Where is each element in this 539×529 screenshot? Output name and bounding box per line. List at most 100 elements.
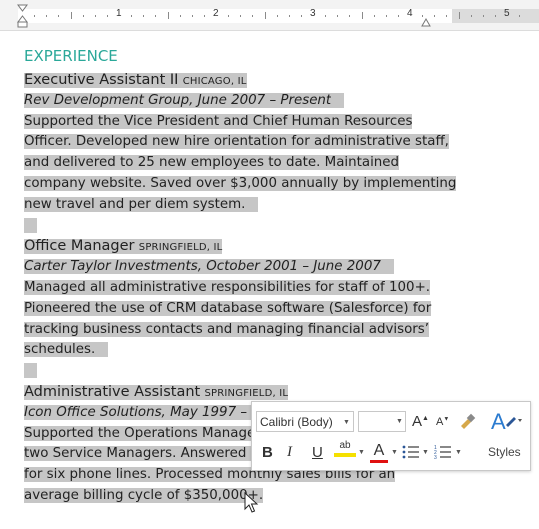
ruler-tick <box>446 15 448 17</box>
description-line: average billing cycle of $350,000+. <box>24 487 264 503</box>
ruler-number: 1 <box>116 8 122 19</box>
ruler-tick <box>276 15 278 17</box>
styles-label: Styles <box>488 445 521 459</box>
job-city: CHICAGO, IL <box>182 76 247 87</box>
ruler-tick <box>179 15 181 17</box>
highlight-button[interactable]: ab <box>334 440 356 457</box>
bullets-icon[interactable] <box>402 444 420 460</box>
shrink-font-button[interactable]: A▼ <box>436 416 449 428</box>
job-title: Administrative Assistant <box>24 383 201 400</box>
indent-marker-icon[interactable] <box>17 4 29 28</box>
job-city: SPRINGFIELD, IL <box>204 387 289 399</box>
company-date: Rev Development Group, June 2007 – Prese… <box>24 92 332 108</box>
ruler-tick <box>397 15 399 17</box>
ruler-tick <box>34 15 36 17</box>
svg-text:A: A <box>491 409 506 434</box>
chevron-down-icon[interactable]: ▼ <box>358 449 365 456</box>
underline-button[interactable]: U <box>312 444 323 461</box>
highlight-label: ab <box>339 440 351 451</box>
format-painter-icon[interactable] <box>458 412 476 430</box>
chevron-down-icon: ▼ <box>396 418 403 425</box>
ruler-tick <box>494 15 496 17</box>
ruler-tick <box>373 15 375 17</box>
ruler-tick <box>82 15 84 17</box>
chevron-down-icon[interactable]: ▼ <box>422 449 429 456</box>
font-color-button[interactable]: A <box>370 442 388 463</box>
ruler-tick <box>422 15 424 17</box>
job-title-line: Executive Assistant II CHICAGO, IL <box>24 70 524 91</box>
ruler-tick <box>131 15 133 17</box>
ruler-tick <box>240 15 242 17</box>
ruler-tick <box>203 15 205 17</box>
description-line: and delivered to 25 new employees to dat… <box>24 155 400 171</box>
ruler-tick <box>325 15 327 17</box>
mini-formatting-toolbar: Calibri (Body) ▼ ▼ A▲ A▼ A B I U ab ▼ A … <box>251 401 531 471</box>
job-city: SPRINGFIELD, IL <box>138 242 223 254</box>
font-name-dropdown[interactable]: Calibri (Body) ▼ <box>256 411 354 432</box>
ruler-tick <box>482 15 484 17</box>
section-heading-text: EXPERIENCE <box>24 47 118 65</box>
blank-line <box>24 361 524 382</box>
italic-button[interactable]: I <box>287 444 292 461</box>
description-line: Pioneered the use of CRM database softwa… <box>24 300 432 316</box>
svg-text:3: 3 <box>434 455 437 460</box>
bold-button[interactable]: B <box>262 444 273 461</box>
numbering-icon[interactable]: 1 2 3 <box>434 444 452 460</box>
ruler-tick <box>106 15 108 17</box>
job-title: Executive Assistant II <box>24 72 179 88</box>
description-line: company website. Saved over $3,000 annua… <box>24 175 457 191</box>
ruler-tick <box>191 15 193 17</box>
chevron-down-icon[interactable]: ▼ <box>455 449 462 456</box>
ruler-tick <box>143 15 145 17</box>
company-date: Icon Office Solutions, May 1997 – C <box>24 404 261 420</box>
mouse-pointer-icon <box>244 492 259 513</box>
ruler-tick <box>228 15 230 17</box>
ruler-number: 5 <box>504 8 510 19</box>
ruler-tick <box>300 15 302 17</box>
ruler-tick <box>288 15 290 17</box>
ruler-tick <box>167 12 169 19</box>
right-indent-marker-icon[interactable] <box>421 18 431 28</box>
ruler-number: 2 <box>213 8 219 19</box>
grow-font-button[interactable]: A▲ <box>412 413 429 430</box>
job-title-line: Administrative Assistant SPRINGFIELD, IL <box>24 382 524 403</box>
ruler-tick <box>470 15 472 17</box>
job-title-line: Office Manager SPRINGFIELD, IL <box>24 236 524 257</box>
description-line: two Service Managers. Answered a <box>24 446 259 462</box>
section-heading: EXPERIENCE <box>24 45 524 67</box>
description-line: tracking business contacts and managing … <box>24 321 429 337</box>
ruler-tick <box>337 15 339 17</box>
ruler-tick <box>385 15 387 17</box>
ruler-tick <box>349 15 351 17</box>
ruler-tick <box>94 15 96 17</box>
ruler-number: 4 <box>407 8 413 19</box>
horizontal-ruler[interactable]: 1 2 3 4 5 <box>0 0 539 31</box>
font-name-value: Calibri (Body) <box>260 415 333 429</box>
company-line: Carter Taylor Investments, October 2001 … <box>24 257 524 278</box>
ruler-tick <box>252 15 254 17</box>
grow-font-label: A <box>412 413 423 430</box>
styles-icon[interactable]: A <box>490 408 524 434</box>
chevron-down-icon[interactable]: ▼ <box>391 449 398 456</box>
ruler-tick <box>46 15 48 17</box>
description-line: Supported the Vice President and Chief H… <box>24 113 413 129</box>
ruler-tick <box>155 15 157 17</box>
ruler-number: 3 <box>310 8 316 19</box>
description-line: Managed all administrative responsibilit… <box>24 279 431 295</box>
description-line: Officer. Developed new hire orientation … <box>24 134 449 150</box>
ruler-tick <box>519 15 521 17</box>
company-line: Rev Development Group, June 2007 – Prese… <box>24 91 524 112</box>
font-color-label: A <box>373 442 385 459</box>
chevron-down-icon: ▼ <box>343 419 350 426</box>
ruler-tick <box>58 15 60 17</box>
font-size-dropdown[interactable]: ▼ <box>358 411 406 432</box>
ruler-tick <box>70 12 72 19</box>
description-line: new travel and per diem system. <box>24 196 246 212</box>
description-line: schedules. <box>24 342 96 358</box>
font-color-swatch <box>370 460 388 463</box>
description-line: Supported the Operations Manage <box>24 425 256 441</box>
ruler-tick <box>264 12 266 19</box>
highlight-color-swatch <box>334 453 356 457</box>
ruler-tick <box>434 15 436 17</box>
job-title: Office Manager <box>24 238 135 255</box>
